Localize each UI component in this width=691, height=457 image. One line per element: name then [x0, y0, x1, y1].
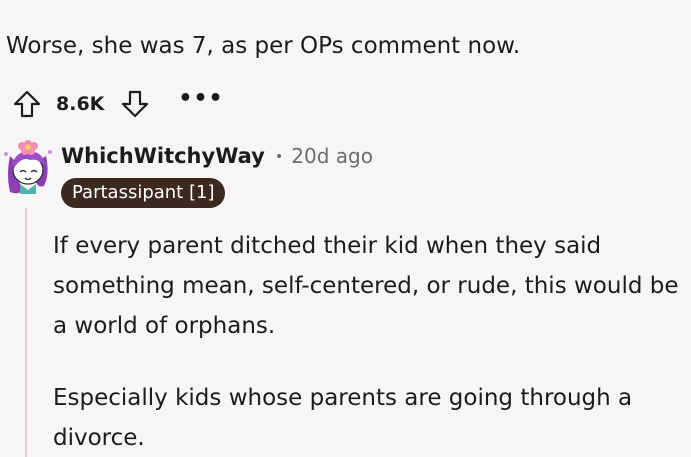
comment-thread: Worse, she was 7, as per OPs comment now… [0, 0, 691, 457]
arrow-down-icon [122, 90, 149, 118]
user-flair-badge: Partassipant [1] [61, 178, 226, 208]
upvote-button[interactable] [10, 87, 44, 121]
comment-action-bar: 8.6K ••• [10, 86, 224, 122]
avatar[interactable] [0, 134, 56, 198]
comment-username[interactable]: WhichWitchyWay [61, 144, 265, 168]
vote-count: 8.6K [56, 93, 105, 115]
thread-line[interactable] [25, 208, 27, 457]
arrow-up-icon [13, 90, 41, 118]
comment-paragraph: If every parent ditched their kid when t… [53, 233, 679, 339]
downvote-button[interactable] [118, 87, 152, 121]
meta-separator: • [275, 149, 284, 165]
ellipsis-icon: ••• [178, 86, 224, 111]
comment-meta: • 20d ago [275, 144, 373, 168]
witch-avatar-icon [4, 140, 52, 194]
comment-age[interactable]: 20d ago [291, 144, 373, 168]
comment-paragraph: Especially kids whose parents are going … [53, 385, 633, 451]
previous-comment-text: Worse, she was 7, as per OPs comment now… [6, 33, 521, 59]
comment-body: If every parent ditched their kid when t… [53, 226, 691, 457]
more-options-button[interactable]: ••• [178, 88, 223, 114]
